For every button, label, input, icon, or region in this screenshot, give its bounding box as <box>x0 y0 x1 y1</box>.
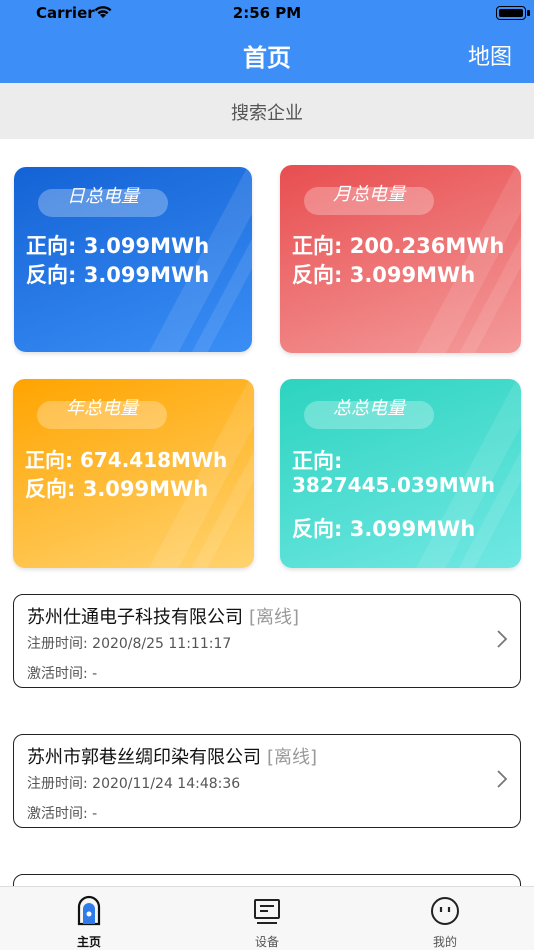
card-reverse-value: 反向: 3.099MWh <box>292 517 476 541</box>
navigation-bar: 首页 地图 <box>0 26 534 83</box>
map-button[interactable]: 地图 <box>468 39 512 71</box>
company-list-item[interactable]: 苏州市郭巷丝绸印染有限公司 [离线] 注册时间: 2020/11/24 14:48… <box>13 734 521 828</box>
tab-profile[interactable]: 我的 <box>395 887 495 950</box>
daily-energy-card[interactable]: 日总电量 正向: 3.099MWh 反向: 3.099MWh <box>14 167 252 352</box>
profile-icon <box>431 897 459 925</box>
tab-label: 主页 <box>76 935 101 949</box>
chevron-right-icon <box>497 630 508 648</box>
activate-time: 激活时间: - <box>27 666 98 682</box>
clock-time: 2:56 PM <box>232 4 302 22</box>
card-forward-value: 正向: 3.099MWh <box>26 234 210 258</box>
tab-home[interactable]: 主页 <box>39 887 139 950</box>
company-status: [离线] <box>249 607 300 628</box>
card-title: 年总电量 <box>66 398 138 419</box>
card-reverse-value: 反向: 3.099MWh <box>25 477 209 501</box>
status-bar: Carrier 2:56 PM <box>0 0 534 26</box>
tab-label: 设备 <box>254 935 279 949</box>
company-name: 苏州市郭巷丝绸印染有限公司 [离线] <box>27 743 317 769</box>
card-forward-value: 3827445.039MWh <box>292 473 495 497</box>
card-reverse-value: 反向: 3.099MWh <box>26 263 210 287</box>
search-bar[interactable]: 搜索企业 <box>0 83 534 139</box>
card-forward-value: 正向: 200.236MWh <box>292 234 505 258</box>
tab-bar: 主页 设备 我的 <box>0 886 534 950</box>
card-title: 总总电量 <box>333 398 405 419</box>
chevron-right-icon <box>497 770 508 788</box>
card-forward-value: 正向: 674.418MWh <box>25 448 228 472</box>
company-name-text: 苏州市郭巷丝绸印染有限公司 <box>27 747 261 768</box>
activate-time: 激活时间: - <box>27 806 98 822</box>
company-name-text: 苏州仕通电子科技有限公司 <box>27 607 243 628</box>
tab-devices[interactable]: 设备 <box>217 887 317 950</box>
battery-icon <box>496 6 530 20</box>
page-title: 首页 <box>243 44 291 72</box>
card-reverse-value: 反向: 3.099MWh <box>292 263 476 287</box>
monthly-energy-card[interactable]: 月总电量 正向: 200.236MWh 反向: 3.099MWh <box>280 165 521 353</box>
card-forward-label: 正向: <box>292 449 343 473</box>
register-time: 注册时间: 2020/11/24 14:48:36 <box>27 776 241 792</box>
company-list-item[interactable]: 苏州仕通电子科技有限公司 [离线] 注册时间: 2020/8/25 11:11:1… <box>13 594 521 688</box>
search-placeholder: 搜索企业 <box>231 103 303 124</box>
tab-label: 我的 <box>432 935 457 949</box>
register-time: 注册时间: 2020/8/25 11:11:17 <box>27 636 232 652</box>
card-title: 月总电量 <box>333 184 405 205</box>
yearly-energy-card[interactable]: 年总电量 正向: 674.418MWh 反向: 3.099MWh <box>13 379 254 568</box>
company-status: [离线] <box>267 747 318 768</box>
total-energy-card[interactable]: 总总电量 正向: 3827445.039MWh 反向: 3.099MWh <box>280 379 521 568</box>
home-icon <box>77 895 101 926</box>
device-icon <box>254 899 280 924</box>
card-title: 日总电量 <box>67 186 139 207</box>
company-name: 苏州仕通电子科技有限公司 [离线] <box>27 603 299 629</box>
